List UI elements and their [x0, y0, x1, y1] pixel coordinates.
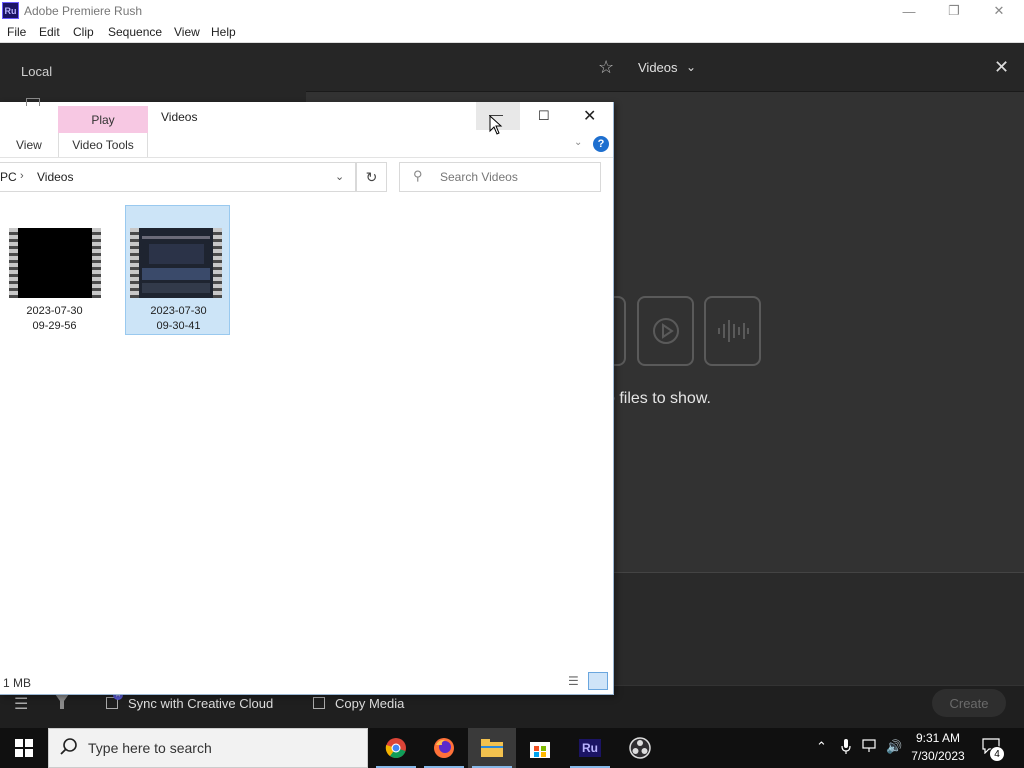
- file-name-time: 09-29-56: [32, 320, 77, 332]
- help-icon[interactable]: ?: [593, 136, 609, 152]
- close-icon[interactable]: ✕: [994, 57, 1009, 78]
- location-dropdown[interactable]: Videos: [638, 60, 678, 75]
- microphone-icon[interactable]: [841, 739, 851, 758]
- clock-time[interactable]: 9:31 AM: [912, 731, 964, 745]
- premiere-rush-taskbar-icon[interactable]: Ru: [566, 728, 614, 768]
- ribbon-divider: [0, 157, 613, 158]
- rush-minimize-button[interactable]: —: [886, 0, 932, 22]
- audio-file-icon: [704, 296, 761, 366]
- menu-sequence[interactable]: Sequence: [108, 25, 162, 39]
- chevron-up-icon[interactable]: ⌃: [816, 739, 827, 755]
- ribbon-expand-icon[interactable]: ⌄: [574, 137, 582, 148]
- window-title: Adobe Premiere Rush: [24, 4, 143, 18]
- menu-help[interactable]: Help: [211, 25, 236, 39]
- taskbar-search-placeholder: Type here to search: [88, 740, 212, 756]
- breadcrumb-separator-icon[interactable]: ›: [20, 170, 24, 182]
- search-icon: [60, 738, 78, 761]
- empty-state-message: o files to show.: [606, 390, 711, 407]
- file-name-date: 2023-07-30: [150, 305, 207, 317]
- create-button[interactable]: Create: [932, 689, 1006, 717]
- chrome-icon[interactable]: [372, 728, 420, 768]
- local-tab[interactable]: Local: [21, 64, 52, 79]
- chevron-down-icon[interactable]: ⌄: [686, 60, 696, 74]
- menu-file[interactable]: File: [7, 25, 26, 39]
- video-file-icon: [637, 296, 694, 366]
- breadcrumb-videos[interactable]: Videos: [37, 170, 73, 184]
- address-history-chevron-icon[interactable]: ⌄: [335, 170, 344, 183]
- rush-title-bar: [0, 0, 1024, 22]
- obs-icon[interactable]: [616, 728, 664, 768]
- hamburger-menu-icon[interactable]: ☰: [14, 694, 28, 714]
- sync-label: Sync with Creative Cloud: [128, 696, 274, 711]
- file-item-selected[interactable]: 2023-07-30 09-30-41: [125, 205, 230, 335]
- search-icon: ⚲: [413, 168, 423, 183]
- ribbon-tab-video-tools[interactable]: Video Tools: [58, 133, 148, 157]
- rush-restore-button[interactable]: ❐: [931, 0, 977, 22]
- status-selected-size: 1 MB: [3, 676, 32, 690]
- ribbon-tab-view[interactable]: View: [16, 138, 42, 152]
- breadcrumb-pc[interactable]: PC: [0, 170, 17, 184]
- menu-view[interactable]: View: [174, 25, 200, 39]
- clock-date[interactable]: 7/30/2023: [906, 749, 970, 763]
- copy-media-checkbox[interactable]: [313, 697, 325, 709]
- mouse-cursor-icon: [489, 114, 503, 140]
- filter-icon[interactable]: [55, 694, 69, 713]
- windows-start-icon[interactable]: [0, 728, 48, 768]
- quick-access-icon: [26, 98, 40, 106]
- refresh-button[interactable]: ↻: [356, 162, 387, 192]
- firefox-icon[interactable]: [420, 728, 468, 768]
- video-thumbnail: [9, 228, 101, 298]
- explorer-close-button[interactable]: ✕: [583, 106, 596, 126]
- file-explorer-icon[interactable]: [468, 728, 516, 768]
- search-placeholder: Search Videos: [440, 170, 518, 184]
- file-name-time: 09-30-41: [156, 320, 201, 332]
- rush-close-button[interactable]: ✕: [976, 0, 1022, 22]
- microsoft-store-icon[interactable]: [516, 728, 564, 768]
- volume-icon[interactable]: 🔊: [886, 739, 902, 755]
- network-icon[interactable]: [862, 739, 880, 756]
- menu-clip[interactable]: Clip: [73, 25, 94, 39]
- star-icon[interactable]: ☆: [598, 57, 614, 78]
- video-thumbnail: [130, 228, 222, 298]
- notification-count-badge: 4: [989, 746, 1005, 762]
- explorer-maximize-button[interactable]: ☐: [538, 108, 550, 124]
- details-view-icon[interactable]: ☰: [568, 674, 584, 688]
- file-name-date: 2023-07-30: [26, 305, 83, 317]
- large-icons-view-icon[interactable]: [588, 672, 608, 690]
- explorer-title: Videos: [161, 110, 198, 124]
- premiere-rush-logo-icon: Ru: [2, 2, 19, 19]
- menu-edit[interactable]: Edit: [39, 25, 60, 39]
- tab-play[interactable]: Play: [58, 106, 148, 133]
- file-item[interactable]: 2023-07-30 09-29-56: [2, 206, 107, 336]
- copy-media-label: Copy Media: [335, 696, 405, 711]
